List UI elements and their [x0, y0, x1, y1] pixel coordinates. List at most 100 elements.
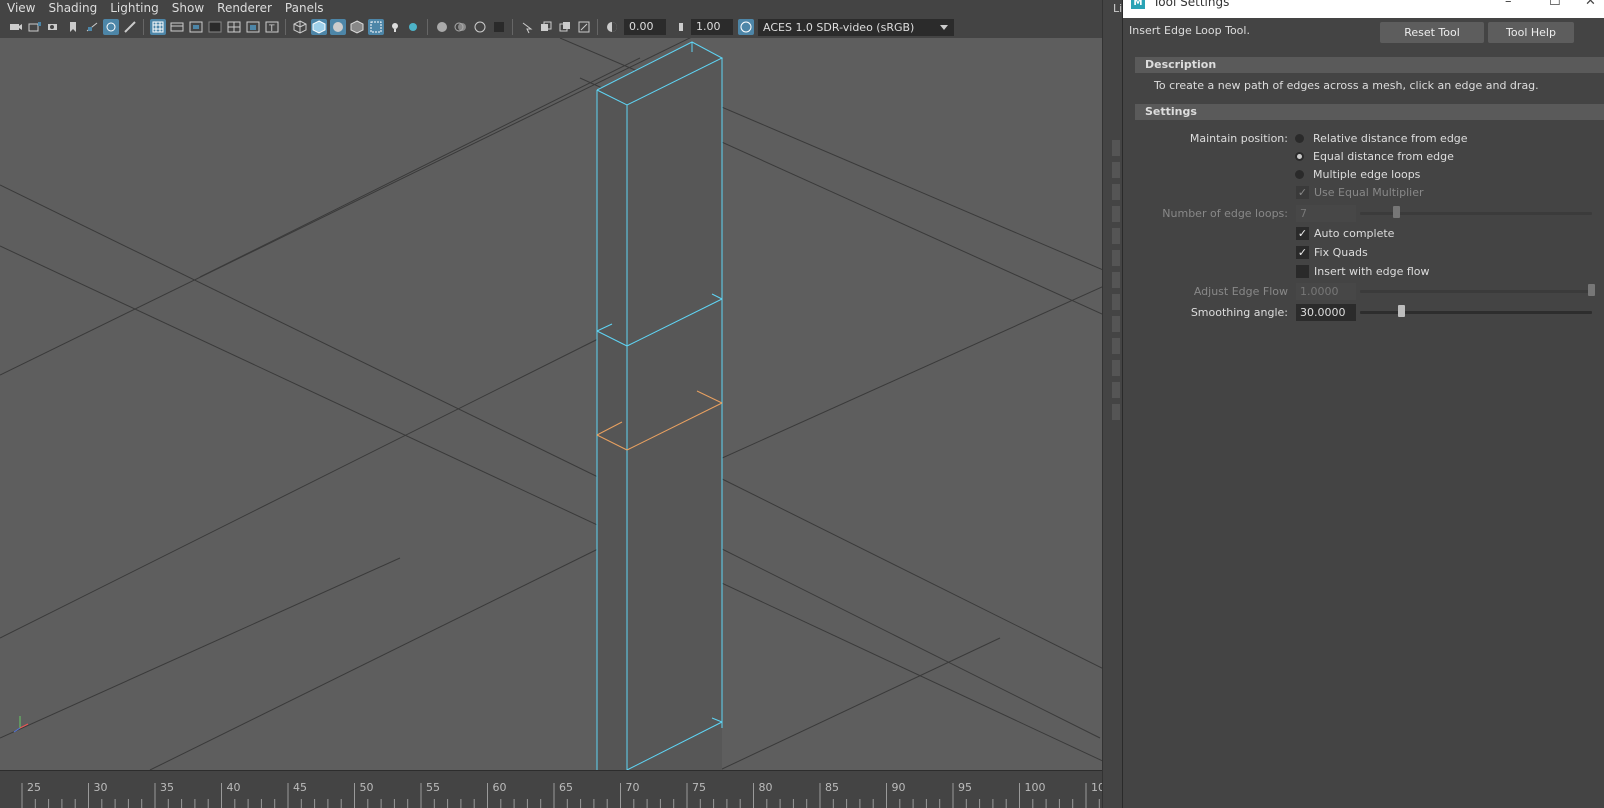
maximize-icon[interactable]: ☐ — [1549, 0, 1561, 9]
background-strip-button — [1112, 250, 1120, 266]
camera-select-icon[interactable] — [8, 19, 24, 35]
exposure-icon[interactable] — [604, 19, 620, 35]
resolution-gate-icon[interactable] — [188, 19, 204, 35]
timeline-tick-label: 90 — [892, 781, 906, 794]
wireframe-icon[interactable] — [292, 19, 308, 35]
smoothing-angle-slider[interactable] — [1360, 311, 1592, 314]
radio-equal-distance[interactable]: Equal distance from edge — [1295, 150, 1454, 163]
radio-button[interactable] — [1295, 134, 1304, 143]
isolate-select-icon[interactable] — [491, 19, 507, 35]
tool-help-button[interactable]: Tool Help — [1488, 22, 1574, 43]
frame-all-icon[interactable] — [538, 19, 554, 35]
close-icon[interactable]: ✕ — [1585, 0, 1596, 9]
menu-show[interactable]: Show — [172, 1, 204, 15]
checkbox-label: Auto complete — [1314, 227, 1395, 240]
exposure-field[interactable]: 0.00 — [624, 19, 666, 35]
timeline-tick-label: 80 — [759, 781, 773, 794]
menu-panels[interactable]: Panels — [285, 1, 324, 15]
ambient-occlusion-icon[interactable] — [434, 19, 450, 35]
adjust-edge-flow-label: Adjust Edge Flow — [1193, 285, 1288, 298]
bookmark-icon[interactable] — [65, 19, 81, 35]
camera-lock-icon[interactable] — [27, 19, 43, 35]
radio-button[interactable] — [1295, 152, 1304, 161]
safe-action-icon[interactable] — [245, 19, 261, 35]
gamma-icon[interactable] — [671, 19, 687, 35]
anti-aliasing-icon[interactable] — [472, 19, 488, 35]
timeline-tick-label: 100 — [1025, 781, 1046, 794]
radio-label: Multiple edge loops — [1313, 168, 1421, 181]
menu-lighting[interactable]: Lighting — [110, 1, 159, 15]
check-icon: ✓ — [1296, 246, 1309, 259]
timeline-tick-label: 95 — [958, 781, 972, 794]
fix-quads-checkbox[interactable]: ✓ Fix Quads — [1296, 246, 1368, 259]
tool-settings-window: M Tool Settings – ☐ ✕ Insert Edge Loop T… — [1122, 0, 1604, 808]
gamma-field[interactable]: 1.00 — [691, 19, 733, 35]
wireframe-on-shaded-icon[interactable] — [349, 19, 365, 35]
adjust-edge-flow-field[interactable]: 1.0000 — [1296, 283, 1356, 300]
grid-icon[interactable] — [149, 19, 166, 35]
smooth-shade-icon[interactable] — [310, 19, 327, 35]
slider-handle[interactable] — [1588, 284, 1595, 296]
menu-shading[interactable]: Shading — [48, 1, 97, 15]
safe-title-icon[interactable]: T — [264, 19, 280, 35]
default-material-icon[interactable] — [329, 19, 346, 35]
timeline-tick-label: 50 — [360, 781, 374, 794]
svg-text:T: T — [268, 24, 275, 33]
film-gate-icon[interactable] — [169, 19, 185, 35]
slider-handle[interactable] — [1398, 305, 1405, 317]
expand-icon[interactable] — [576, 19, 592, 35]
timeline-tick-label: 85 — [825, 781, 839, 794]
radio-label: Equal distance from edge — [1313, 150, 1454, 163]
timeline-tick-label: 45 — [293, 781, 307, 794]
shadows-icon[interactable] — [406, 19, 422, 35]
2d-pan-zoom-icon[interactable] — [102, 19, 119, 35]
view-transform-dropdown[interactable]: ACES 1.0 SDR-video (sRGB) — [758, 18, 954, 36]
radio-label: Relative distance from edge — [1313, 132, 1468, 145]
time-slider[interactable]: 253035404550556065707580859095100105 — [0, 770, 1122, 808]
maintain-position-label: Maintain position: — [1189, 132, 1288, 145]
insert-edge-flow-checkbox[interactable]: Insert with edge flow — [1296, 265, 1430, 278]
timeline-tick-label: 30 — [94, 781, 108, 794]
num-edge-loops-label: Number of edge loops: — [1162, 207, 1288, 220]
background-strip-button — [1112, 272, 1120, 288]
image-plane-icon[interactable] — [84, 19, 100, 35]
menu-renderer[interactable]: Renderer — [217, 1, 272, 15]
gate-mask-icon[interactable] — [207, 19, 223, 35]
slider-handle[interactable] — [1393, 206, 1400, 218]
frame-selection-icon[interactable] — [557, 19, 573, 35]
motion-blur-icon[interactable] — [453, 19, 469, 35]
background-strip-button — [1112, 140, 1120, 156]
maya-logo-icon: M — [1131, 0, 1145, 9]
radio-button[interactable] — [1295, 170, 1304, 179]
viewport-panel: View Shading Lighting Show Renderer Pane… — [0, 0, 1122, 808]
menu-view[interactable]: View — [7, 1, 35, 15]
description-header[interactable]: Description — [1135, 57, 1604, 73]
radio-multiple-loops[interactable]: Multiple edge loops — [1295, 168, 1420, 181]
auto-complete-checkbox[interactable]: ✓ Auto complete — [1296, 227, 1394, 240]
xray-icon[interactable] — [367, 19, 384, 35]
settings-header[interactable]: Settings — [1135, 104, 1604, 120]
tool-name-label: Insert Edge Loop Tool. — [1129, 24, 1250, 37]
background-strip-button — [1112, 316, 1120, 332]
check-icon — [1296, 265, 1309, 278]
reset-tool-button[interactable]: Reset Tool — [1380, 22, 1484, 43]
adjust-edge-flow-slider[interactable] — [1360, 290, 1592, 293]
color-management-icon[interactable] — [737, 19, 754, 35]
camera-attributes-icon[interactable] — [46, 19, 62, 35]
lights-icon[interactable] — [387, 19, 403, 35]
window-titlebar[interactable]: M Tool Settings – ☐ ✕ — [1123, 0, 1604, 18]
field-chart-icon[interactable] — [226, 19, 242, 35]
use-equal-multiplier-checkbox[interactable]: ✓ Use Equal Multiplier — [1296, 186, 1424, 199]
checkbox-label: Insert with edge flow — [1314, 265, 1430, 278]
num-edge-loops-field[interactable]: 7 — [1296, 205, 1356, 222]
grease-pencil-icon[interactable] — [122, 19, 138, 35]
background-strip-button — [1112, 338, 1120, 354]
axis-gizmo-icon — [13, 716, 29, 733]
smoothing-angle-field[interactable]: 30.0000 — [1296, 304, 1356, 321]
minimize-icon[interactable]: – — [1505, 0, 1512, 9]
3d-scene[interactable] — [0, 38, 1122, 770]
select-camera-icon[interactable] — [519, 19, 535, 35]
check-icon: ✓ — [1296, 227, 1309, 240]
background-strip-button — [1112, 360, 1120, 376]
radio-relative-distance[interactable]: Relative distance from edge — [1295, 132, 1468, 145]
